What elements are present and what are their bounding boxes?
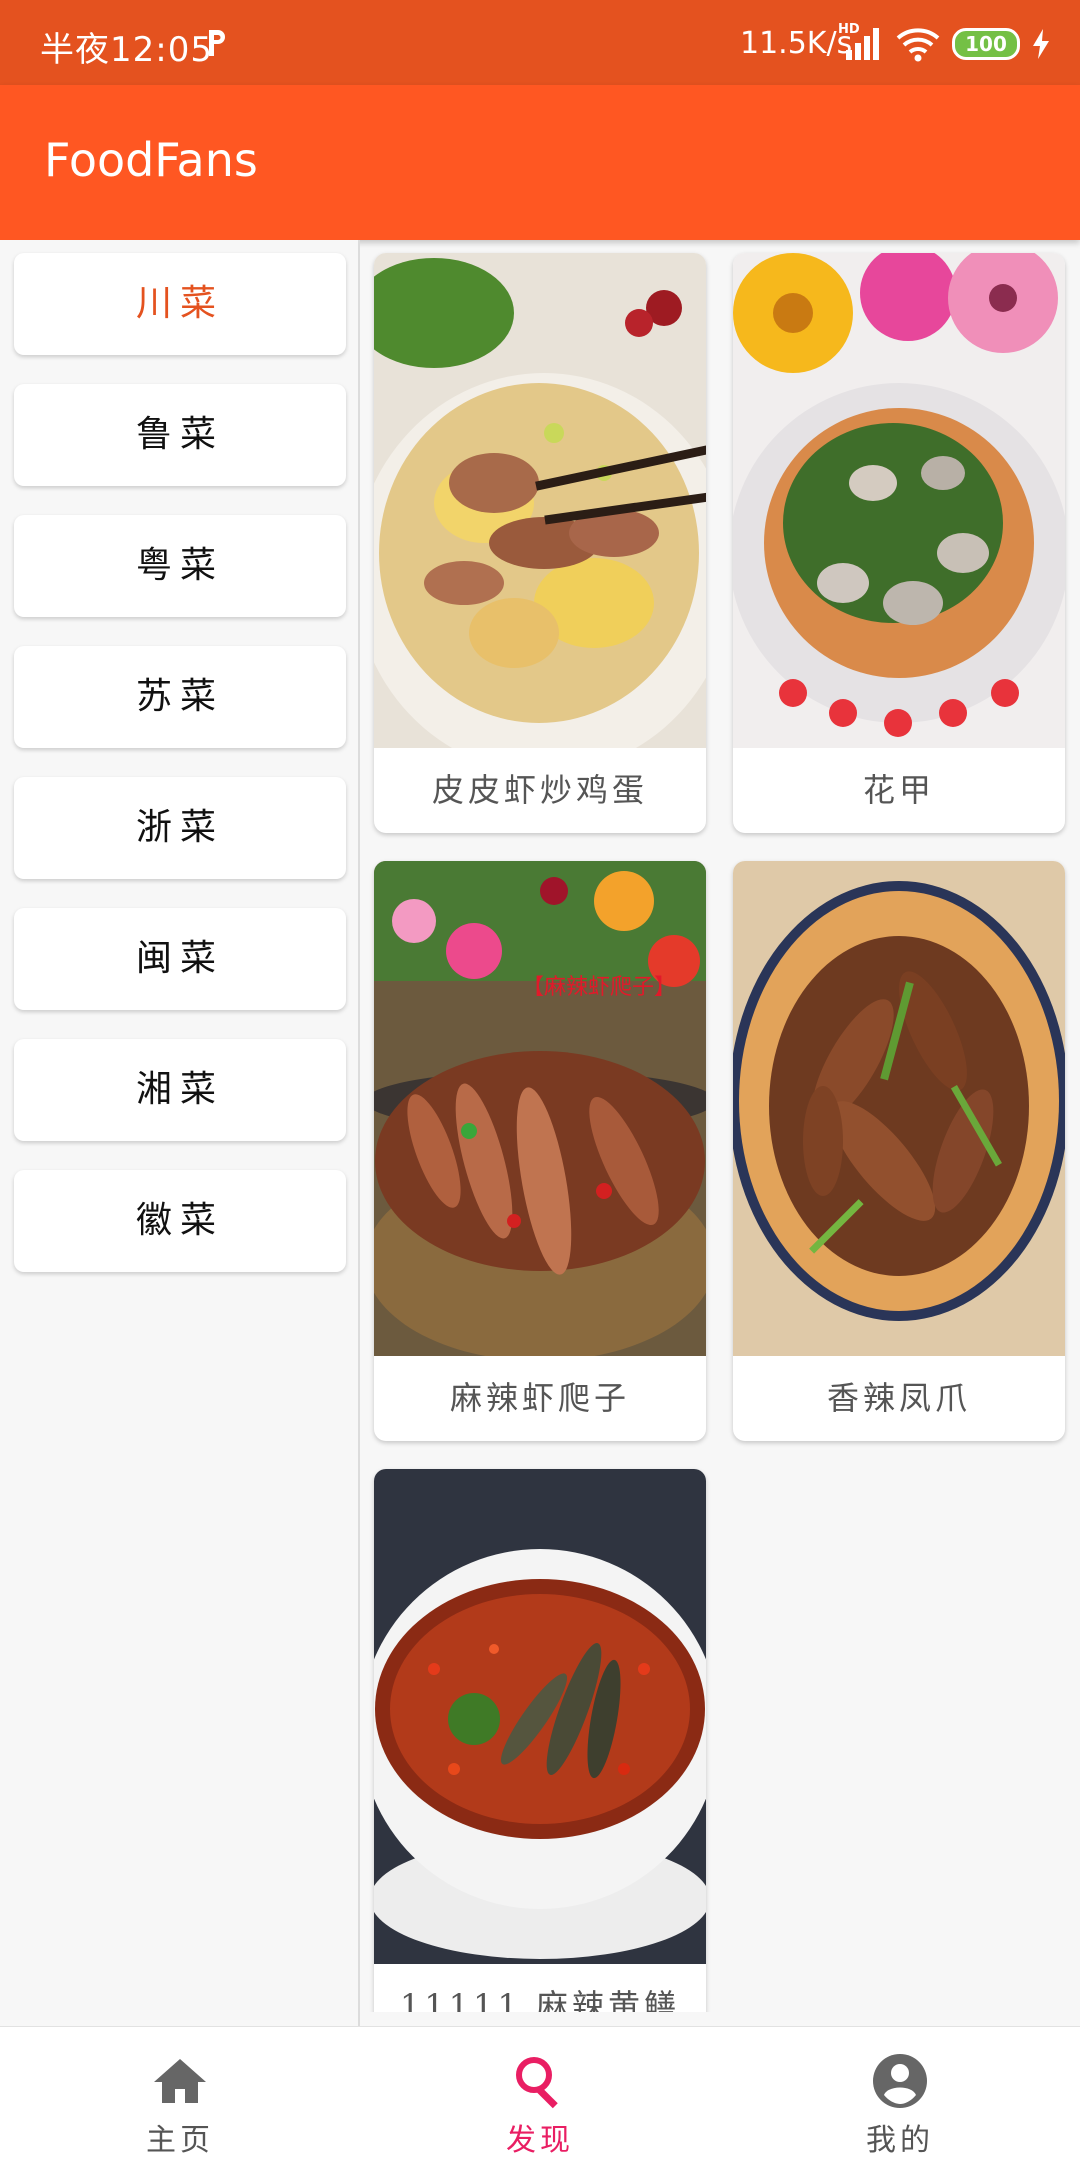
network-speed: 11.5K/s [740,26,853,61]
dish-card[interactable]: 11111 麻辣黄鳝 [374,1469,706,2012]
dish-image: 【麻辣虾爬子】 [374,861,706,1356]
dish-card[interactable]: 【麻辣虾爬子】 麻辣虾爬子 [374,861,706,1441]
dish-title: 花甲 [862,771,935,809]
dish-card[interactable]: 皮皮虾炒鸡蛋 [374,253,706,833]
category-item-hui[interactable]: 徽菜 [14,1170,346,1272]
dish-image [733,861,1065,1356]
home-icon [154,2059,206,2103]
category-list: 川菜 鲁菜 粤菜 苏菜 浙菜 闽菜 湘菜 徽菜 [0,240,360,2026]
category-item-su[interactable]: 苏菜 [14,646,346,748]
app-bar: FoodFans [0,85,1080,240]
bottom-navigation: 主页 发现 我的 [0,2026,1080,2158]
status-bar: 半夜12:05 11.5K/s HD 100 [0,0,1080,85]
dish-image-caption: 【麻辣虾爬子】 [522,975,676,1000]
nav-label-home: 主页 [146,2123,214,2158]
charging-icon [1033,29,1049,59]
category-item-chuan[interactable]: 川菜 [14,253,346,355]
category-item-lu[interactable]: 鲁菜 [14,384,346,486]
dish-image [374,1469,706,1964]
category-item-yue[interactable]: 粤菜 [14,515,346,617]
status-time: 半夜12:05 [40,30,213,70]
nav-item-mine[interactable]: 我的 [720,2027,1080,2158]
nav-label-mine: 我的 [866,2123,934,2158]
app-title: FoodFans [44,133,258,187]
dish-title: 麻辣虾爬子 [449,1379,630,1417]
category-item-zhe[interactable]: 浙菜 [14,777,346,879]
dish-grid: 皮皮虾炒鸡蛋 花甲 【麻辣虾爬子】 麻辣虾爬子 香辣凤爪 11111 麻辣黄鳝 [362,240,1080,2012]
signal-icon [846,28,879,60]
dish-title: 香辣凤爪 [826,1379,971,1417]
dish-title: 皮皮虾炒鸡蛋 [431,771,648,809]
wifi-icon [896,28,940,62]
dish-card[interactable]: 花甲 [733,253,1065,833]
category-item-min[interactable]: 闽菜 [14,908,346,1010]
dish-image [374,253,706,748]
category-item-xiang[interactable]: 湘菜 [14,1039,346,1141]
nav-label-discover: 发现 [506,2123,574,2158]
nav-item-discover[interactable]: 发现 [360,2027,720,2158]
dish-image [733,253,1065,748]
nav-item-home[interactable]: 主页 [0,2027,360,2158]
account-icon [873,2054,927,2108]
search-icon [516,2057,558,2109]
dish-card[interactable]: 香辣凤爪 [733,861,1065,1441]
parking-notification-icon [209,30,225,56]
battery-indicator: 100 [952,28,1020,60]
dish-title: 11111 麻辣黄鳝 [400,1987,680,2012]
